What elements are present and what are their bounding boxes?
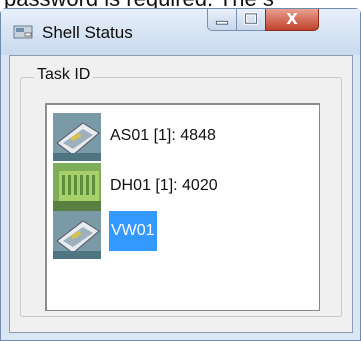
task-list[interactable]: AS01 [1]: 4848 DH01 [1]: 4020 VW01 xyxy=(45,103,320,311)
task-id-label: Task ID xyxy=(34,66,94,84)
window-title: Shell Status xyxy=(42,23,133,42)
memory-module-icon xyxy=(53,163,101,211)
task-item[interactable]: AS01 [1]: 4848 xyxy=(53,113,313,161)
network-card-icon xyxy=(53,211,101,259)
network-card-icon xyxy=(53,113,101,161)
task-label: AS01 [1]: 4848 xyxy=(110,127,216,144)
minimize-button[interactable] xyxy=(207,9,237,31)
background-text-strip: password is required. The s xyxy=(0,0,361,8)
task-label: DH01 [1]: 4020 xyxy=(110,177,218,194)
task-label: VW01 xyxy=(109,211,157,251)
close-button[interactable]: X xyxy=(265,9,319,31)
task-item-selected[interactable]: VW01 xyxy=(53,211,313,259)
title-bar[interactable]: Shell Status X xyxy=(1,9,360,55)
minimize-icon xyxy=(215,20,229,25)
task-item[interactable]: DH01 [1]: 4020 xyxy=(53,163,313,211)
app-icon xyxy=(13,25,33,39)
window-client-area: Task ID AS01 [1]: 4848 DH01 [1]: 4020 VW… xyxy=(9,55,353,333)
maximize-button[interactable] xyxy=(236,9,266,31)
maximize-icon xyxy=(244,12,258,25)
shell-status-window: Shell Status X Task ID AS01 [1]: 4848 DH… xyxy=(0,8,361,341)
close-icon: X xyxy=(286,10,298,28)
background-text: password is required. The s xyxy=(4,0,274,8)
